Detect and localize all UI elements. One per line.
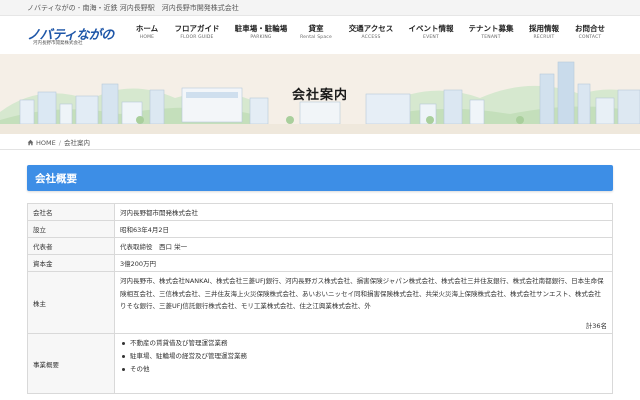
business-list: 不動産の賃貸借及び管理運営業務 駐車場、駐輪場の経営及び管理運営業務 その他	[120, 334, 607, 376]
nav-item-event[interactable]: イベント情報 EVENT	[402, 24, 460, 48]
section-header: 会社概要	[27, 165, 613, 191]
list-item: 駐車場、駐輪場の経営及び管理運営業務	[120, 350, 607, 363]
shareholders-list: 河内長野市、株式会社NANKAI、株式会社三菱UFJ銀行、河内長野ガス株式会社、…	[120, 277, 604, 311]
nav-item-parking[interactable]: 駐車場・駐輪場 PARKING	[228, 24, 294, 48]
row-value: 代表取締役 西口 栄一	[114, 237, 613, 255]
breadcrumb-current: 会社案内	[63, 139, 90, 147]
table-row: 設立 昭和63年4月2日	[27, 220, 613, 238]
row-value: 河内長野市、株式会社NANKAI、株式会社三菱UFJ銀行、河内長野ガス株式会社、…	[114, 271, 613, 334]
nav-item-access[interactable]: 交通アクセス ACCESS	[342, 24, 400, 48]
row-label: 設立	[27, 220, 115, 238]
table-row: 事業概要 不動産の賃貸借及び管理運営業務 駐車場、駐輪場の経営及び管理運営業務 …	[27, 333, 613, 394]
row-label: 会社名	[27, 203, 115, 221]
row-value: 不動産の賃貸借及び管理運営業務 駐車場、駐輪場の経営及び管理運営業務 その他	[114, 333, 613, 394]
nav-item-tenant[interactable]: テナント募集 TENANT	[462, 24, 520, 48]
breadcrumb: HOME / 会社案内	[27, 137, 90, 147]
row-label: 代表者	[27, 237, 115, 255]
nav-item-contact[interactable]: お問合せ CONTACT	[568, 24, 612, 48]
breadcrumb-home-link[interactable]: HOME	[36, 139, 56, 147]
row-label: 事業概要	[27, 333, 115, 394]
site-logo[interactable]: ノバティながの 河内長野市開発株式会社	[27, 24, 119, 48]
page-title: 会社案内	[291, 88, 348, 103]
table-row: 資本金 3億200万円	[27, 254, 613, 272]
section-title: 会社概要	[35, 173, 77, 185]
global-nav: ホーム HOME フロアガイド FLOOR GUIDE 駐車場・駐輪場 PARKING…	[124, 24, 614, 48]
breadcrumb-divider	[0, 149, 640, 150]
shareholders-total: 計36名	[585, 321, 607, 330]
list-item: その他	[120, 363, 607, 376]
row-value: 昭和63年4月2日	[114, 220, 613, 238]
row-value: 河内長野都市開発株式会社	[114, 203, 613, 221]
top-info-text: ノバティながの - 南海・近鉄 河内長野駅 河内長野市開発株式会社	[27, 4, 239, 12]
nav-item-recruit[interactable]: 採用情報 RECRUIT	[522, 24, 566, 48]
table-row: 代表者 代表取締役 西口 栄一	[27, 237, 613, 255]
table-row: 株主 河内長野市、株式会社NANKAI、株式会社三菱UFJ銀行、河内長野ガス株式…	[27, 271, 613, 334]
nav-item-rental-space[interactable]: 貸室 Rental Space	[294, 24, 338, 48]
nav-item-floor-guide[interactable]: フロアガイド FLOOR GUIDE	[170, 24, 224, 48]
list-item: 不動産の賃貸借及び管理運営業務	[120, 337, 607, 350]
row-label: 株主	[27, 271, 115, 334]
nav-item-home[interactable]: ホーム HOME	[124, 24, 170, 48]
home-icon	[27, 139, 34, 146]
breadcrumb-separator: /	[58, 139, 61, 147]
top-info-bar: ノバティながの - 南海・近鉄 河内長野駅 河内長野市開発株式会社	[0, 0, 640, 16]
row-label: 資本金	[27, 254, 115, 272]
row-value: 3億200万円	[114, 254, 613, 272]
table-row: 会社名 河内長野都市開発株式会社	[27, 203, 613, 221]
hero-banner: 会社案内	[0, 54, 640, 134]
site-header: ノバティながの 河内長野市開発株式会社 ホーム HOME フロアガイド FLOOR …	[0, 16, 640, 54]
logo-sub-text: 河内長野市開発株式会社	[33, 41, 83, 46]
company-info-table: 会社名 河内長野都市開発株式会社 設立 昭和63年4月2日 代表者 代表取締役 …	[27, 203, 613, 394]
